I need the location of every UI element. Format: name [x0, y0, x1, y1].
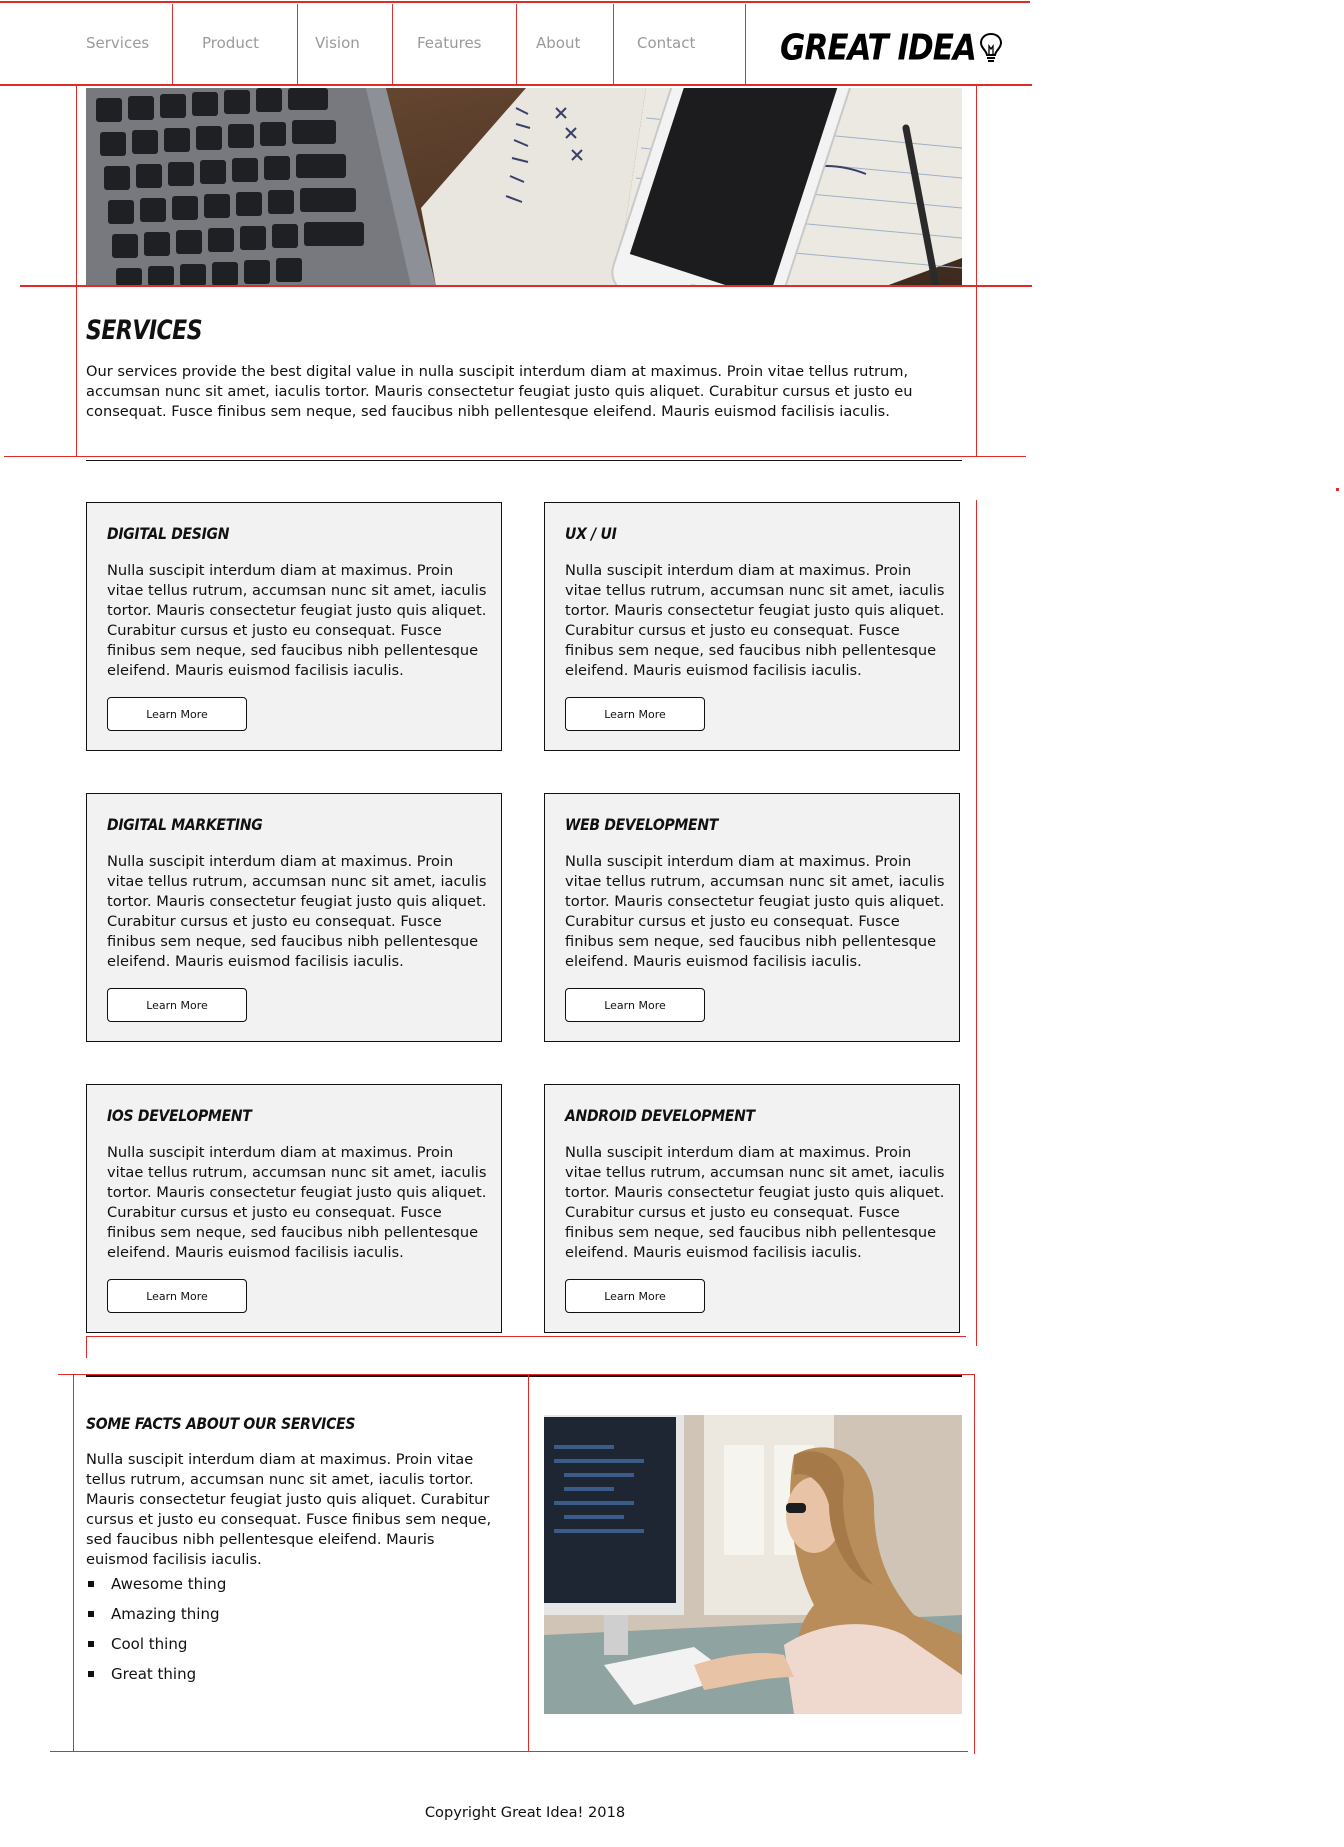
section-divider: [86, 1375, 962, 1377]
facts-heading: Some facts about our services: [86, 1415, 356, 1434]
nav-item-product[interactable]: Product: [202, 34, 259, 52]
facts-text: Nulla suscipit interdum diam at maximus.…: [86, 1451, 492, 1568]
nav-separator: [297, 4, 298, 84]
nav-item-about[interactable]: About: [536, 34, 580, 52]
service-card-android-development: Android Development Nulla suscipit inter…: [544, 1084, 960, 1333]
nav-separator: [516, 4, 517, 84]
card-title: Android Development: [565, 1107, 755, 1126]
card-text: Nulla suscipit interdum diam at maximus.…: [107, 853, 487, 970]
guide-line: [73, 1374, 74, 1752]
photo-illustration: [544, 1415, 962, 1714]
learn-more-button[interactable]: Learn More: [107, 697, 247, 731]
service-card-ux-ui: UX / UI Nulla suscipit interdum diam at …: [544, 502, 960, 751]
guide-line: [86, 1336, 966, 1337]
card-title: iOS Development: [107, 1107, 252, 1126]
guide-line: [4, 456, 1026, 457]
list-item: Great thing: [86, 1664, 226, 1694]
footer-copyright: Copyright Great Idea! 2018: [424, 1804, 626, 1821]
card-text: Nulla suscipit interdum diam at maximus.…: [565, 562, 945, 679]
guide-line: [0, 84, 1032, 86]
card-title: Web Development: [565, 816, 718, 835]
card-title: Digital Design: [107, 525, 230, 544]
top-navigation: Services Product Vision Features About C…: [0, 0, 1030, 86]
list-item: Amazing thing: [86, 1604, 226, 1634]
list-item: Cool thing: [86, 1634, 226, 1664]
guide-line: [528, 1374, 529, 1752]
service-card-digital-design: Digital Design Nulla suscipit interdum d…: [86, 502, 502, 751]
nav-item-features[interactable]: Features: [417, 34, 482, 52]
guide-line: [86, 1336, 87, 1358]
guide-line: [50, 1751, 968, 1752]
guide-line: [76, 86, 77, 456]
learn-more-button[interactable]: Learn More: [565, 697, 705, 731]
card-title: Digital Marketing: [107, 816, 263, 835]
service-card-web-development: Web Development Nulla suscipit interdum …: [544, 793, 960, 1042]
learn-more-button[interactable]: Learn More: [107, 988, 247, 1022]
hero-image: [86, 88, 962, 286]
list-item: Awesome thing: [86, 1574, 226, 1604]
learn-more-button[interactable]: Learn More: [107, 1279, 247, 1313]
learn-more-button[interactable]: Learn More: [565, 988, 705, 1022]
services-heading: SERVICES: [86, 316, 203, 346]
card-title: UX / UI: [565, 525, 617, 544]
nav-separator: [613, 4, 614, 84]
guide-line: [976, 500, 977, 1346]
nav-item-services[interactable]: Services: [86, 34, 149, 52]
section-divider: [86, 460, 962, 461]
logo-text: GREAT IDEA: [780, 27, 977, 69]
card-text: Nulla suscipit interdum diam at maximus.…: [107, 562, 487, 679]
nav-item-vision[interactable]: Vision: [315, 34, 360, 52]
service-card-digital-marketing: Digital Marketing Nulla suscipit interdu…: [86, 793, 502, 1042]
nav-separator: [172, 4, 173, 84]
guide-dot: [1336, 488, 1339, 491]
card-text: Nulla suscipit interdum diam at maximus.…: [107, 1144, 487, 1261]
service-card-ios-development: iOS Development Nulla suscipit interdum …: [86, 1084, 502, 1333]
guide-line: [974, 1374, 975, 1754]
lightbulb-icon: [979, 32, 1002, 62]
brand-logo[interactable]: GREAT IDEA: [780, 27, 1004, 69]
guide-line: [20, 285, 1032, 287]
facts-list: Awesome thing Amazing thing Cool thing G…: [86, 1574, 226, 1694]
learn-more-button[interactable]: Learn More: [565, 1279, 705, 1313]
card-text: Nulla suscipit interdum diam at maximus.…: [565, 853, 945, 970]
nav-separator: [745, 4, 746, 84]
guide-line: [58, 1374, 974, 1375]
nav-item-contact[interactable]: Contact: [637, 34, 695, 52]
woman-coding-photo: [544, 1415, 962, 1714]
hero-illustration: [86, 88, 962, 286]
nav-separator: [392, 4, 393, 84]
guide-line: [976, 86, 977, 456]
services-intro-text: Our services provide the best digital va…: [86, 363, 913, 420]
card-text: Nulla suscipit interdum diam at maximus.…: [565, 1144, 945, 1261]
guide-line: [0, 1, 1030, 3]
